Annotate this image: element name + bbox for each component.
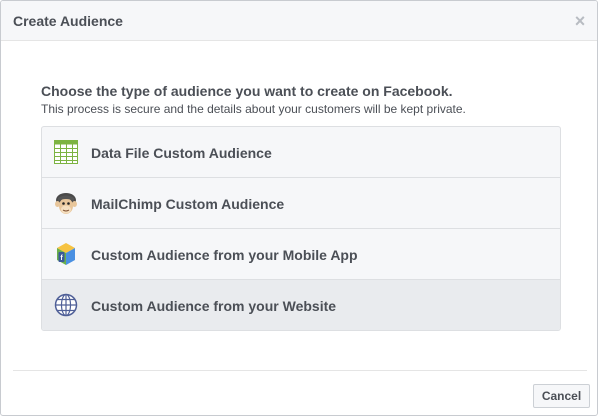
option-label: Custom Audience from your Website (91, 298, 337, 314)
mailchimp-icon (54, 191, 78, 215)
spreadsheet-icon (54, 140, 78, 164)
audience-prompt: Choose the type of audience you want to … (41, 83, 453, 99)
cancel-button[interactable]: Cancel (533, 384, 590, 408)
audience-type-list: Data File Custom Audience MailChimp Cust… (41, 126, 561, 331)
dialog-header: Create Audience × (1, 1, 597, 41)
option-label: MailChimp Custom Audience (91, 196, 285, 212)
option-label: Custom Audience from your Mobile App (91, 247, 358, 263)
create-audience-dialog: Create Audience × Choose the type of aud… (0, 0, 598, 416)
option-data-file-custom-audience[interactable]: Data File Custom Audience (42, 127, 560, 178)
option-mailchimp-custom-audience[interactable]: MailChimp Custom Audience (42, 178, 560, 229)
option-website-custom-audience[interactable]: Custom Audience from your Website (42, 280, 560, 330)
mobile-app-icon: f (54, 242, 78, 266)
globe-icon (54, 293, 78, 317)
option-label: Data File Custom Audience (91, 145, 272, 161)
option-mobile-app-custom-audience[interactable]: f Custom Audience from your Mobile App (42, 229, 560, 280)
footer-divider (13, 370, 587, 371)
dialog-intro: Choose the type of audience you want to … (41, 82, 561, 117)
privacy-note: This process is secure and the details a… (41, 102, 466, 116)
close-button[interactable]: × (572, 11, 588, 31)
dialog-title: Create Audience (13, 13, 123, 29)
